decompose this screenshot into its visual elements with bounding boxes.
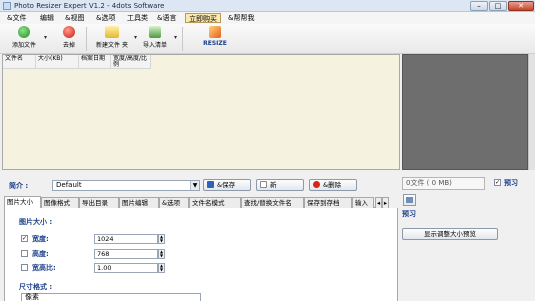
menu-bar: &文件 编辑 &视图 &选项 工具类 &语言 立即购买 &帮帮我 — [0, 12, 535, 24]
column-header-filename[interactable]: 文件名 — [3, 55, 36, 69]
menu-view[interactable]: &视图 — [62, 13, 87, 23]
tab-input[interactable]: 输入 — [352, 197, 374, 208]
chevron-down-icon: ▼ — [190, 181, 199, 190]
menu-language[interactable]: &语言 — [154, 13, 179, 23]
ratio-input[interactable]: 1.00 — [94, 263, 158, 273]
toolbar-separator — [182, 27, 183, 51]
menu-buy-now[interactable]: 立即购买 — [185, 13, 221, 23]
title-bar: Photo Resizer Expert V1.2 - 4dots Softwa… — [0, 0, 535, 12]
floppy-icon — [207, 181, 214, 188]
tab-filename-pattern[interactable]: 文件名模式 — [189, 197, 241, 208]
size-format-heading: 尺寸格式 : — [19, 283, 53, 291]
add-file-button[interactable]: 添加文件 — [8, 26, 40, 52]
image-size-panel: 图片大小 : ✓ 宽度: 1024 ▲ ▼ 高度: 768 ▲ ▼ 宽高比: 1.0… — [4, 208, 398, 301]
menu-file[interactable]: &文件 — [4, 13, 29, 23]
column-header-size[interactable]: 大小(KB) — [36, 55, 79, 69]
minimize-button[interactable]: – — [470, 1, 488, 11]
tab-export-dir[interactable]: 导出目录 — [79, 197, 119, 208]
ratio-label: 宽高比: — [32, 264, 56, 272]
new-profile-button[interactable]: 新 — [256, 179, 304, 191]
image-size-heading: 图片大小 : — [19, 218, 53, 226]
width-label: 宽度: — [32, 235, 49, 243]
plus-icon — [18, 26, 30, 38]
preview-icon — [406, 197, 413, 203]
column-header-date[interactable]: 档案日期 — [79, 55, 111, 69]
ratio-spinner[interactable]: ▲ ▼ — [158, 263, 165, 273]
width-spinner[interactable]: ▲ ▼ — [158, 234, 165, 244]
close-button[interactable]: ✕ — [508, 1, 534, 11]
tab-image-format[interactable]: 图像格式 — [41, 197, 79, 208]
add-file-dropdown[interactable]: ▾ — [44, 34, 47, 41]
app-icon — [3, 2, 11, 10]
width-input[interactable]: 1024 — [94, 234, 158, 244]
height-spinner[interactable]: ▲ ▼ — [158, 249, 165, 259]
delete-icon — [313, 181, 320, 188]
size-format-select[interactable]: 像素 — [21, 293, 201, 301]
file-count: 0文件 ( 0 MB) — [402, 177, 485, 190]
preview-checkbox-label: 预习 — [504, 179, 518, 187]
preview-label: 预习 — [402, 210, 416, 218]
remove-button[interactable]: 去掉 — [57, 26, 81, 52]
import-icon — [149, 26, 161, 38]
tab-save-archive[interactable]: 保存到存档 — [304, 197, 352, 208]
preview-settings-button[interactable] — [403, 194, 416, 206]
import-list-button[interactable]: 导入清单 — [140, 26, 170, 52]
file-list[interactable]: 文件名 大小(KB) 档案日期 宽度/高度/比例 — [2, 54, 400, 170]
maximize-button[interactable]: □ — [489, 1, 507, 11]
image-preview — [402, 54, 528, 170]
column-header-dimensions[interactable]: 宽度/高度/比例 — [111, 55, 151, 69]
width-checkbox[interactable]: ✓ — [21, 235, 28, 242]
window-title: Photo Resizer Expert V1.2 - 4dots Softwa… — [14, 2, 165, 10]
tab-find-replace[interactable]: 查找/替换文件名 — [241, 197, 304, 208]
add-folder-button[interactable]: 新建文件 夹 — [91, 26, 133, 52]
new-document-icon — [260, 181, 267, 188]
height-checkbox[interactable] — [21, 250, 28, 257]
tab-options[interactable]: &选项 — [159, 197, 189, 208]
folder-icon — [105, 26, 119, 38]
tab-image-edit[interactable]: 图片编辑 — [119, 197, 159, 208]
toolbar-separator — [86, 27, 87, 51]
menu-options[interactable]: &选项 — [93, 13, 118, 23]
profile-select[interactable]: Default ▼ — [52, 180, 200, 191]
height-input[interactable]: 768 — [94, 249, 158, 259]
add-folder-dropdown[interactable]: ▾ — [134, 34, 137, 41]
save-profile-button[interactable]: &保存 — [203, 179, 251, 191]
menu-edit[interactable]: 编辑 — [37, 13, 57, 23]
ratio-checkbox[interactable] — [21, 264, 28, 271]
remove-icon — [63, 26, 75, 38]
delete-profile-button[interactable]: &删除 — [309, 179, 357, 191]
tab-scroll-left[interactable]: ◂ — [375, 197, 382, 208]
resize-button[interactable]: RESIZE — [198, 26, 232, 52]
vertical-scrollbar[interactable] — [528, 54, 535, 170]
import-list-dropdown[interactable]: ▾ — [174, 34, 177, 41]
menu-help[interactable]: &帮帮我 — [225, 13, 257, 23]
profile-label: 简介 : — [9, 182, 29, 190]
height-label: 高度: — [32, 250, 49, 258]
options-tabs: 图片大小 图像格式 导出目录 图片编辑 &选项 文件名模式 查找/替换文件名 保… — [4, 196, 389, 208]
menu-tools[interactable]: 工具类 — [124, 13, 151, 23]
preview-checkbox[interactable]: ✓ — [494, 179, 501, 186]
side-panel: 0文件 ( 0 MB) ✓ 预习 预习 显示调整大小预览 — [400, 172, 535, 301]
resize-icon — [209, 26, 221, 38]
toolbar: 添加文件 ▾ 去掉 新建文件 夹 ▾ 导入清单 ▾ RESIZE — [0, 24, 535, 54]
tab-image-size[interactable]: 图片大小 — [4, 196, 41, 208]
tab-scroll-right[interactable]: ▸ — [382, 197, 389, 208]
show-resize-preview-button[interactable]: 显示调整大小预览 — [402, 228, 498, 240]
